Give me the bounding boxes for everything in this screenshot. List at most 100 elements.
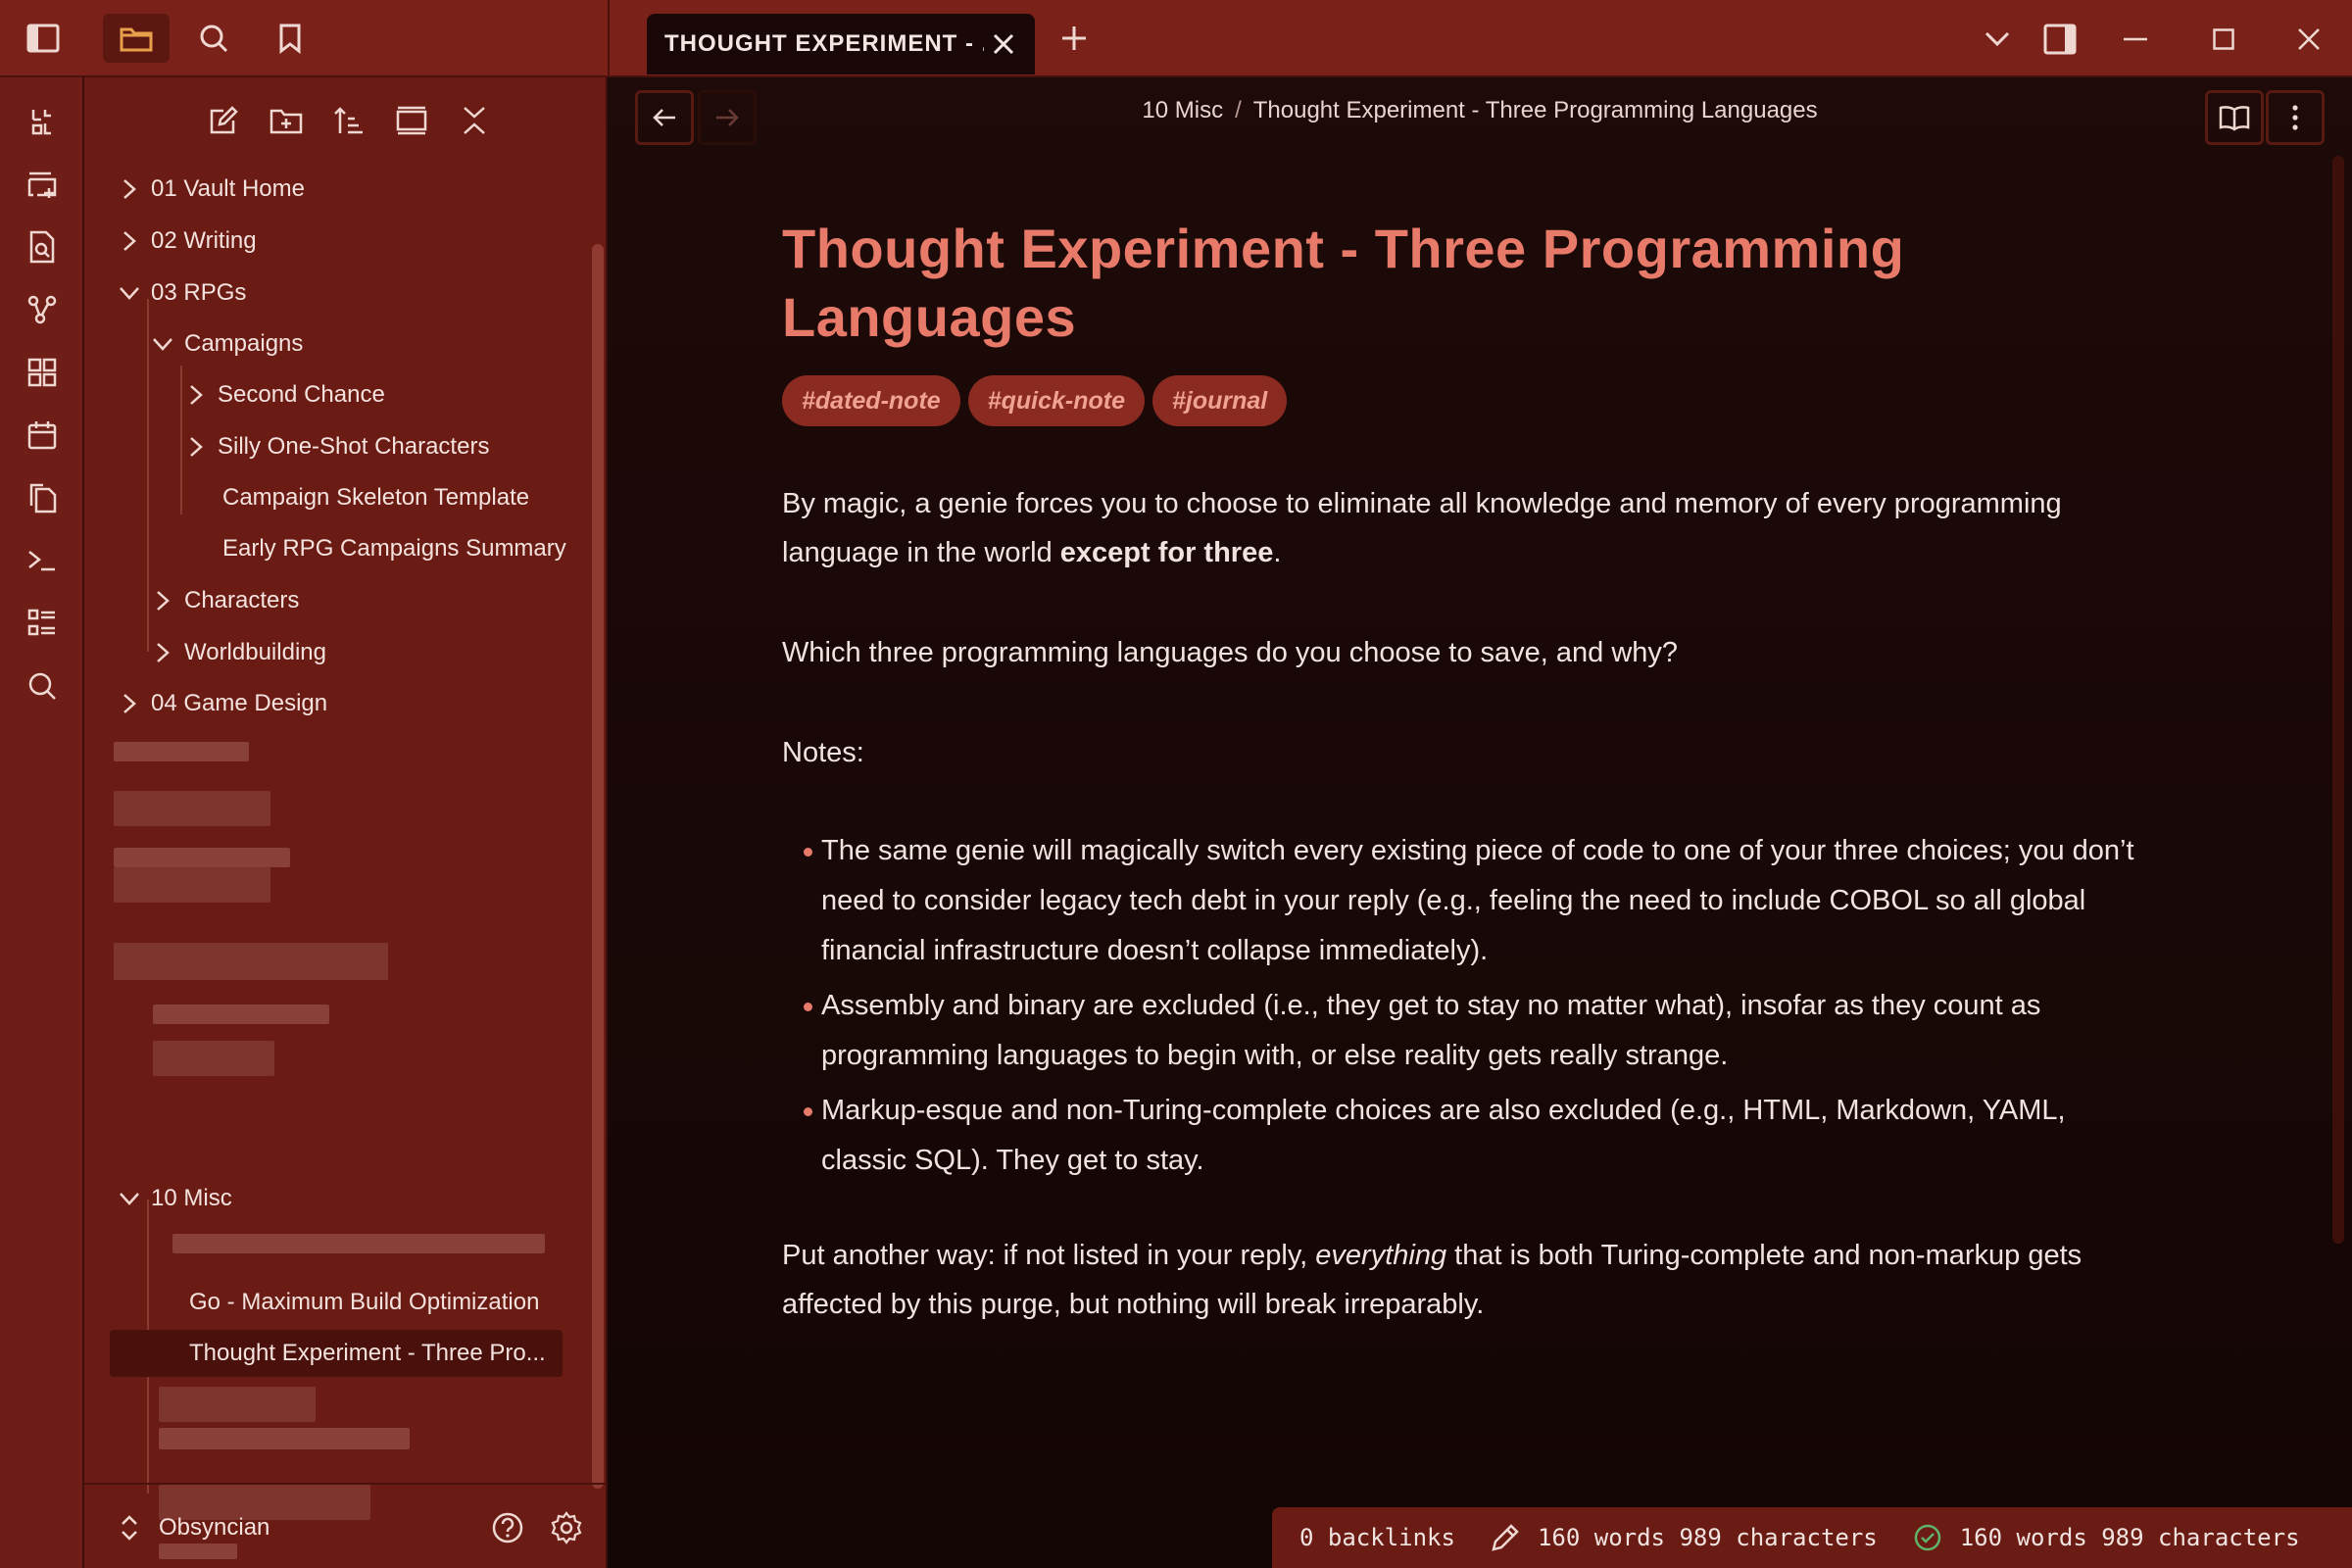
- vault-switcher[interactable]: Obsyncian: [114, 1506, 270, 1549]
- chevron-right-icon: [116, 175, 143, 203]
- sidebar-scrollbar[interactable]: [592, 244, 604, 1489]
- paragraph-intro: By magic, a genie forces you to choose t…: [782, 479, 2154, 577]
- tree-file-thought-experiment-selected[interactable]: Thought Experiment - Three Pro...: [110, 1330, 563, 1377]
- tree-file-early-rpg-campaigns-summary[interactable]: Early RPG Campaigns Summary: [222, 525, 566, 572]
- terminal-icon[interactable]: [20, 538, 65, 583]
- editor-scrollbar[interactable]: [2332, 156, 2344, 1244]
- close-icon[interactable]: [984, 24, 1023, 64]
- tree-item-label: Thought Experiment - Three Pro...: [189, 1340, 546, 1366]
- graph-view-icon[interactable]: [20, 287, 65, 332]
- tag-list: #dated-note #quick-note #journal: [782, 375, 2154, 426]
- redacted-item: [159, 1428, 410, 1449]
- dashboard-grid-icon[interactable]: [20, 350, 65, 395]
- tree-folder-03-rpgs[interactable]: 03 RPGs: [116, 270, 246, 317]
- auto-reveal-icon[interactable]: [388, 97, 435, 144]
- chevron-right-icon: [149, 639, 176, 666]
- tree-folder-second-chance[interactable]: Second Chance: [182, 371, 385, 418]
- title-bar-divider: [608, 0, 610, 77]
- tree-folder-04-game-design[interactable]: 04 Game Design: [116, 680, 327, 727]
- paragraph-notes-heading: Notes:: [782, 737, 864, 768]
- file-explorer-sidebar: 01 Vault Home 02 Writing 03 RPGs Campaig…: [84, 77, 608, 1568]
- list-item: The same genie will magically switch eve…: [782, 826, 2154, 976]
- reading-view-button[interactable]: [2205, 90, 2264, 145]
- tab-title: THOUGHT EXPERIMENT - ...: [664, 30, 984, 57]
- redacted-item: [114, 791, 270, 826]
- file-search-icon[interactable]: [20, 224, 65, 270]
- sort-order-icon[interactable]: [325, 97, 372, 144]
- tree-folder-10-misc[interactable]: 10 Misc: [116, 1175, 232, 1222]
- file-explorer-icon[interactable]: [103, 14, 170, 63]
- tree-file-go-maximum-build-optimization[interactable]: Go - Maximum Build Optimization: [189, 1279, 539, 1326]
- tree-item-label: 01 Vault Home: [151, 175, 305, 202]
- new-canvas-icon[interactable]: [20, 162, 65, 207]
- redacted-item: [153, 1041, 274, 1076]
- tree-item-label: 03 RPGs: [151, 279, 247, 306]
- new-note-icon[interactable]: [200, 97, 247, 144]
- new-folder-icon[interactable]: [263, 97, 310, 144]
- list-item: Markup-esque and non-Turing-complete cho…: [782, 1086, 2154, 1186]
- tab-list-chevron-down-icon[interactable]: [1974, 16, 2021, 63]
- search-icon[interactable]: [184, 14, 243, 63]
- chevron-right-icon: [182, 433, 210, 461]
- status-bar: 0 backlinks 160 words 989 characters 160…: [1272, 1507, 2352, 1568]
- tree-folder-02-writing[interactable]: 02 Writing: [116, 218, 257, 265]
- paragraph-text: By magic, a genie forces you to choose t…: [782, 488, 2062, 568]
- tag-journal[interactable]: #journal: [1152, 375, 1288, 426]
- chevrons-up-down-icon: [114, 1514, 145, 1542]
- outline-list-icon[interactable]: [20, 601, 65, 646]
- breadcrumb-note[interactable]: Thought Experiment - Three Programming L…: [1253, 97, 1818, 123]
- character-count: 160 words 989 characters: [1959, 1524, 2300, 1551]
- breadcrumb-folder[interactable]: 10 Misc: [1142, 97, 1223, 123]
- bookmark-icon[interactable]: [261, 14, 319, 63]
- tag-dated-note[interactable]: #dated-note: [782, 375, 960, 426]
- notes-list: The same genie will magically switch eve…: [782, 826, 2154, 1186]
- sync-check-icon[interactable]: [1911, 1521, 1944, 1554]
- chevron-right-icon: [182, 381, 210, 409]
- settings-gear-icon[interactable]: [545, 1506, 588, 1549]
- right-sidebar-toggle-icon[interactable]: [2036, 16, 2083, 63]
- chevron-right-icon: [149, 587, 176, 614]
- backlinks-count[interactable]: 0 backlinks: [1299, 1524, 1455, 1551]
- tree-item-label: Characters: [184, 587, 300, 613]
- templates-copy-icon[interactable]: [20, 475, 65, 520]
- more-options-button[interactable]: [2266, 90, 2325, 145]
- maximize-icon[interactable]: [2200, 16, 2247, 63]
- quick-switcher-icon[interactable]: [20, 99, 65, 144]
- window-close-icon[interactable]: [2285, 16, 2332, 63]
- note-content: Thought Experiment - Three Programming L…: [782, 215, 2154, 1329]
- tree-folder-01-vault-home[interactable]: 01 Vault Home: [116, 166, 305, 213]
- new-tab-button[interactable]: [1054, 18, 1095, 59]
- redacted-item: [114, 848, 290, 867]
- help-icon[interactable]: [486, 1506, 529, 1549]
- tree-folder-worldbuilding[interactable]: Worldbuilding: [149, 629, 326, 676]
- breadcrumb-separator: /: [1235, 97, 1242, 123]
- redacted-item: [114, 867, 270, 903]
- chevron-down-icon: [149, 330, 176, 358]
- tree-item-label: 02 Writing: [151, 227, 257, 254]
- tree-folder-silly-one-shot-characters[interactable]: Silly One-Shot Characters: [182, 423, 489, 470]
- redacted-item: [114, 943, 388, 980]
- paragraph-text: Put another way: if not listed in your r…: [782, 1240, 1316, 1271]
- tree-folder-characters[interactable]: Characters: [149, 577, 299, 624]
- active-tab[interactable]: THOUGHT EXPERIMENT - ...: [647, 14, 1035, 74]
- breadcrumb: 10 Misc / Thought Experiment - Three Progr…: [608, 97, 2352, 124]
- redacted-item: [172, 1234, 545, 1253]
- calendar-icon[interactable]: [20, 413, 65, 458]
- paragraph-question: Which three programming languages do you…: [782, 637, 1679, 668]
- pencil-icon[interactable]: [1489, 1521, 1522, 1554]
- tree-file-campaign-skeleton-template[interactable]: Campaign Skeleton Template: [222, 474, 529, 521]
- paragraph-text: .: [1273, 537, 1282, 568]
- tree-folder-campaigns[interactable]: Campaigns: [149, 320, 303, 368]
- tree-item-label: Worldbuilding: [184, 639, 326, 665]
- chevron-down-icon: [116, 279, 143, 307]
- sidebar-toggle-icon[interactable]: [14, 14, 73, 63]
- more-vertical-icon: [2292, 105, 2298, 130]
- word-count: 160 words 989 characters: [1537, 1524, 1878, 1551]
- tree-item-label: Go - Maximum Build Optimization: [189, 1289, 540, 1315]
- collapse-all-icon[interactable]: [451, 97, 498, 144]
- global-search-icon[interactable]: [20, 663, 65, 709]
- sidebar-footer: Obsyncian: [84, 1483, 608, 1568]
- chevron-down-icon: [116, 1185, 143, 1212]
- tag-quick-note[interactable]: #quick-note: [967, 375, 1145, 426]
- minimize-icon[interactable]: [2112, 16, 2159, 63]
